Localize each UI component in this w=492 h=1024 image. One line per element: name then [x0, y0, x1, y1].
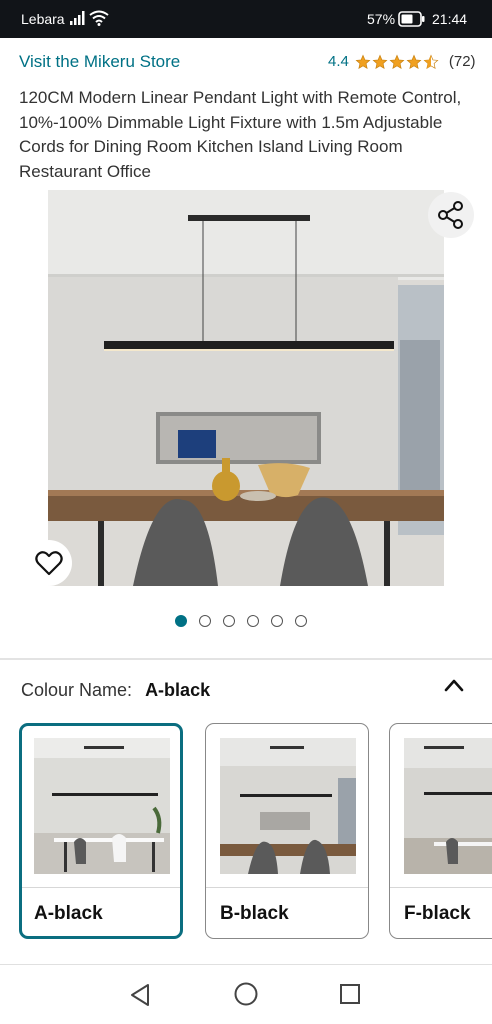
colour-option-a-black[interactable]: A-black: [19, 723, 183, 939]
section-divider: [0, 658, 492, 660]
image-pagination: [175, 615, 307, 627]
star-icon: [406, 53, 422, 69]
store-link[interactable]: Visit the Mikeru Store: [19, 52, 180, 72]
colour-option-b-black[interactable]: B-black: [205, 723, 369, 939]
share-icon: [438, 201, 463, 229]
product-title: 120CM Modern Linear Pendant Light with R…: [19, 88, 462, 181]
swatch-divider: [22, 887, 180, 888]
product-image[interactable]: [48, 190, 444, 586]
star-icon: [355, 53, 371, 69]
wishlist-button[interactable]: [26, 540, 72, 586]
back-icon[interactable]: [128, 982, 152, 1013]
colour-option-label: B-black: [220, 903, 289, 924]
colour-option-thumbnail: [404, 738, 492, 874]
swatch-divider: [206, 887, 368, 888]
pagination-dot[interactable]: [223, 615, 235, 627]
navigation-bar: [0, 965, 492, 1024]
star-icon: [389, 53, 405, 69]
half-star-icon: [423, 53, 439, 69]
colour-option-f-black[interactable]: F-black: [389, 723, 492, 939]
colour-option-label: F-black: [404, 903, 471, 924]
pagination-dot[interactable]: [247, 615, 259, 627]
rating-count: (72): [448, 53, 476, 70]
clock: 21:44: [432, 11, 468, 27]
pagination-dot[interactable]: [295, 615, 307, 627]
colour-option-thumbnail: [220, 738, 356, 874]
rating-summary[interactable]: 4.4 (72): [328, 53, 476, 70]
pagination-dot[interactable]: [199, 615, 211, 627]
chevron-up-icon[interactable]: [442, 676, 466, 699]
colour-option-thumbnail: [34, 738, 170, 874]
wifi-icon: [89, 10, 109, 29]
star-rating: [355, 53, 439, 70]
star-icon: [372, 53, 388, 69]
pagination-dot[interactable]: [271, 615, 283, 627]
colour-option-label: A-black: [34, 903, 103, 924]
battery-percent: 57%: [367, 11, 396, 27]
home-icon[interactable]: [233, 981, 259, 1012]
colour-label: Colour Name:: [21, 680, 133, 700]
colour-selector-header[interactable]: Colour Name: A-black: [21, 680, 210, 701]
rating-value: 4.4: [328, 53, 349, 70]
carrier-name: Lebara: [21, 11, 65, 27]
recents-icon[interactable]: [339, 983, 361, 1010]
signal-icon: [70, 11, 86, 28]
share-button[interactable]: [428, 192, 474, 238]
pagination-dot[interactable]: [175, 615, 187, 627]
colour-selected-value: A-black: [145, 680, 211, 700]
colour-options: A-black B-black F-black: [19, 723, 492, 945]
swatch-divider: [390, 887, 492, 888]
status-bar: Lebara 57% 21:44: [0, 0, 492, 38]
heart-icon: [35, 551, 63, 576]
battery-icon: [398, 11, 426, 30]
